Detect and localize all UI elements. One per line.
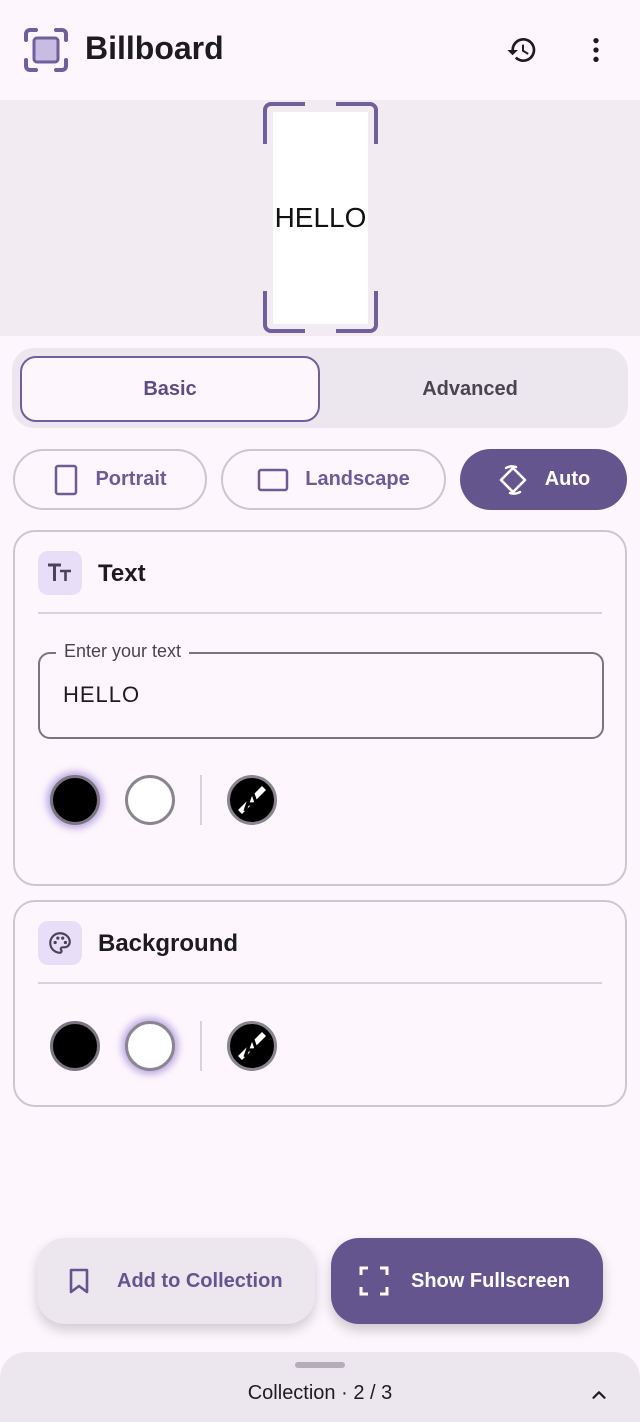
billboard-preview[interactable]: HELLO: [0, 100, 640, 336]
preview-corner-top-right: [336, 102, 378, 144]
auto-label: Auto: [544, 468, 591, 490]
more-options-button[interactable]: [574, 28, 618, 72]
history-icon: [507, 38, 536, 62]
text-field-label: Enter your text: [56, 641, 190, 662]
text-settings-card: Text Enter your text: [13, 530, 627, 886]
background-color-white-swatch[interactable]: [125, 1021, 175, 1071]
add-to-collection-button[interactable]: Add to Collection: [37, 1238, 315, 1324]
auto-color-icon: [238, 1032, 266, 1060]
text-input[interactable]: [63, 682, 583, 708]
show-fullscreen-label: Show Fullscreen: [411, 1269, 570, 1292]
collection-bottom-sheet[interactable]: Collection · 2 / 3: [0, 1352, 640, 1422]
portrait-label: Portrait: [95, 468, 167, 490]
app-title: Billboard: [85, 30, 224, 66]
auto-button[interactable]: Auto: [460, 449, 627, 510]
divider: [38, 612, 602, 614]
preview-corner-top-left: [263, 102, 305, 144]
text-input-field[interactable]: Enter your text: [38, 641, 604, 739]
screen-rotation-icon: [499, 464, 527, 495]
sheet-drag-handle[interactable]: [295, 1362, 345, 1368]
collection-status: Collection · 2 / 3: [247, 1382, 393, 1404]
tab-basic[interactable]: Basic: [20, 356, 320, 422]
auto-color-icon: [238, 786, 266, 814]
history-button[interactable]: [500, 28, 544, 72]
landscape-label: Landscape: [305, 468, 410, 490]
swatch-divider: [200, 775, 202, 825]
preview-text: HELLO: [274, 202, 367, 233]
background-auto-color-button[interactable]: [227, 1021, 277, 1071]
expand-sheet-button[interactable]: [586, 1382, 612, 1408]
app-logo-icon: [22, 26, 70, 74]
background-card-title: Background: [98, 930, 239, 957]
background-settings-card: Background: [13, 900, 627, 1107]
mode-segmented-control: Basic Advanced: [12, 348, 628, 428]
fullscreen-icon: [359, 1266, 389, 1296]
portrait-icon: [55, 464, 78, 495]
portrait-button[interactable]: Portrait: [13, 449, 207, 510]
background-color-black-swatch[interactable]: [50, 1021, 100, 1071]
text-color-black-swatch[interactable]: [50, 775, 100, 825]
text-card-title: Text: [98, 560, 146, 587]
text-fields-icon: [38, 551, 82, 595]
app-bar: Billboard: [0, 0, 640, 100]
text-auto-color-button[interactable]: [227, 775, 277, 825]
text-color-white-swatch[interactable]: [125, 775, 175, 825]
landscape-icon: [258, 468, 289, 491]
preview-corner-bottom-right: [336, 291, 378, 333]
show-fullscreen-button[interactable]: Show Fullscreen: [331, 1238, 603, 1324]
more-vert-icon: [593, 38, 599, 62]
chevron-up-icon: [592, 1391, 606, 1399]
palette-icon: [38, 921, 82, 965]
add-to-collection-label: Add to Collection: [117, 1269, 283, 1292]
preview-corner-bottom-left: [263, 291, 305, 333]
swatch-divider: [200, 1021, 202, 1071]
bookmark-icon: [69, 1268, 89, 1294]
tab-advanced[interactable]: Advanced: [320, 356, 620, 422]
divider: [38, 982, 602, 984]
landscape-button[interactable]: Landscape: [221, 449, 446, 510]
